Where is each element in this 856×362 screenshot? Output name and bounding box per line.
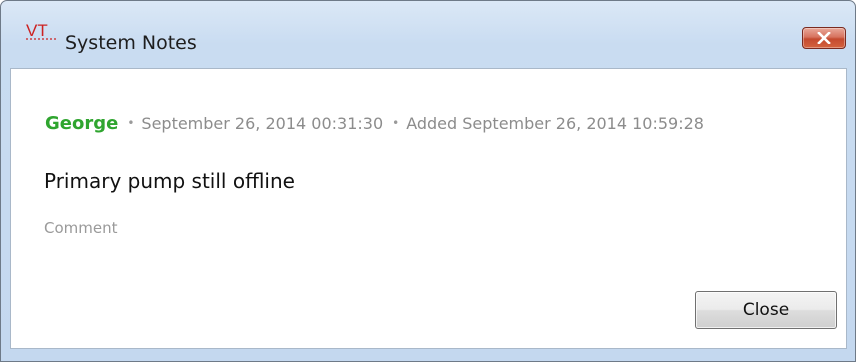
logo-text: VT [26,21,48,40]
close-x-icon [817,32,831,44]
note-meta-row: George • September 26, 2014 00:31:30 • Added… [45,113,704,134]
title-bar[interactable]: VT System Notes [1,1,855,54]
comment-field[interactable]: Comment [44,219,118,237]
note-added-timestamp: Added September 26, 2014 10:59:28 [406,114,704,133]
system-notes-window: VT System Notes George • September 26, 201… [0,0,856,362]
window-close-button[interactable] [802,27,846,49]
note-timestamp: September 26, 2014 00:31:30 [141,114,384,133]
note-author[interactable]: George [45,113,118,134]
notes-panel: George • September 26, 2014 00:31:30 • Added… [10,68,847,349]
vt-logo-icon: VT [26,21,56,40]
window-title: System Notes [65,32,197,54]
meta-separator: • [127,116,135,130]
meta-separator: • [392,116,400,130]
close-button[interactable]: Close [695,291,837,329]
note-text: Primary pump still offline [44,169,295,193]
